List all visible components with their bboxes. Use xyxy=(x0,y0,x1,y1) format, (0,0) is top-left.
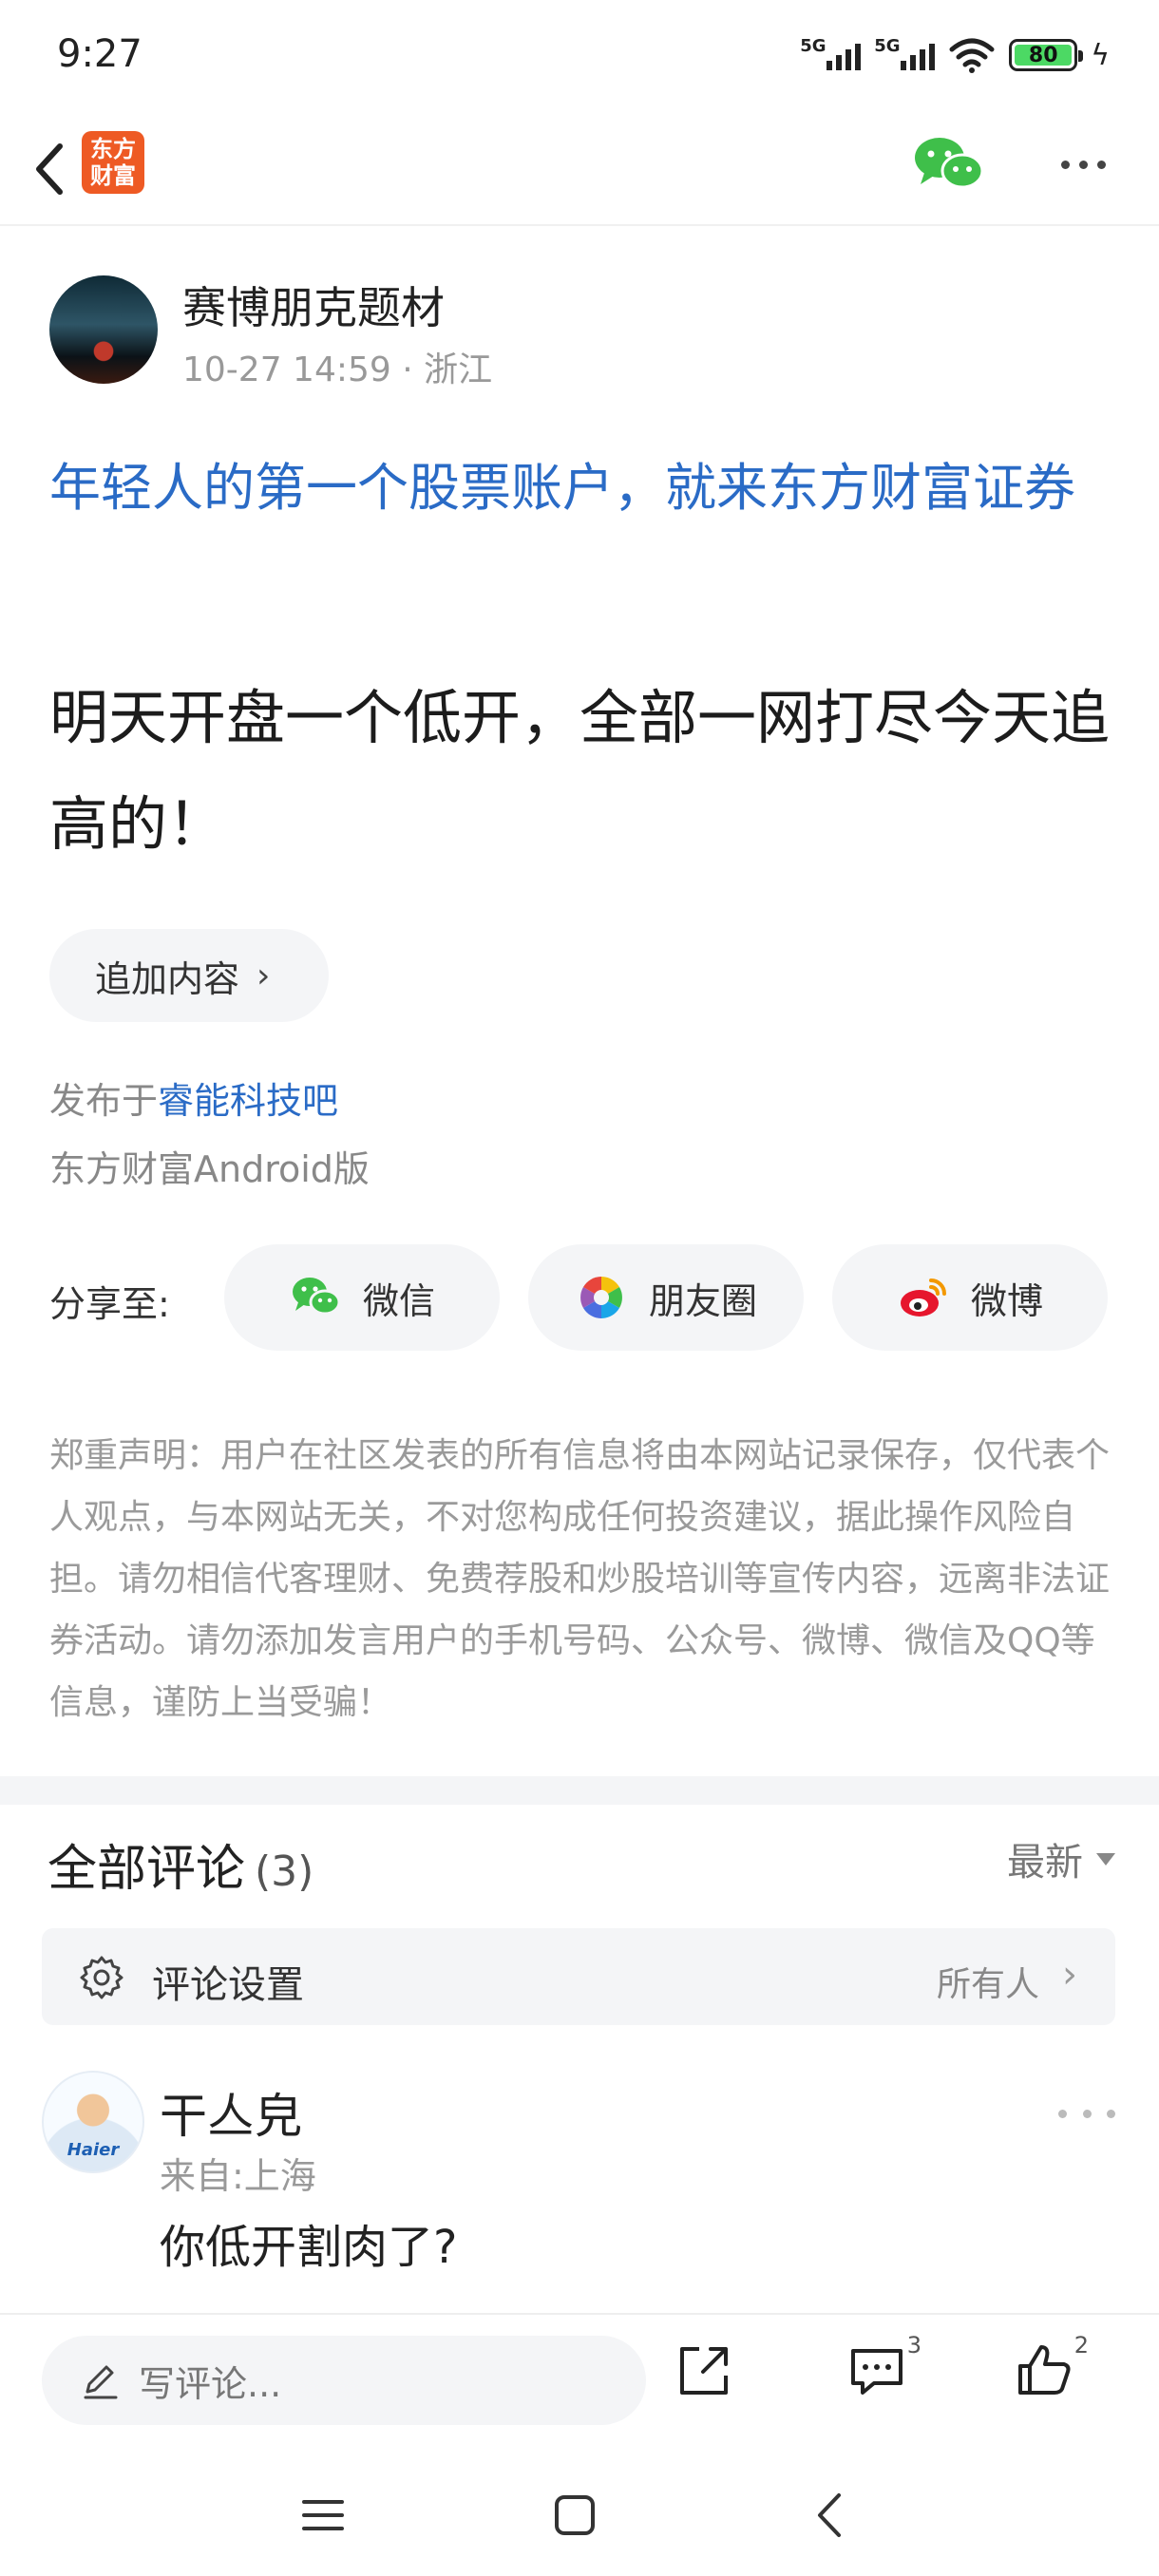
share-icon xyxy=(680,2347,728,2395)
system-back-button[interactable] xyxy=(796,2482,863,2548)
comment-icon xyxy=(851,2349,902,2395)
commenter-avatar[interactable]: Haier xyxy=(42,2071,144,2173)
comments-title: 全部评论 (3) xyxy=(48,1841,314,1898)
comment-settings-value: 所有人 xyxy=(936,1965,1039,2004)
menu-icon xyxy=(302,2500,344,2530)
comment-settings-row[interactable]: 评论设置 所有人 › xyxy=(42,1928,1115,2025)
bottom-action-bar: 写评论... 3 2 xyxy=(0,2313,1159,2446)
like-button[interactable]: 2 xyxy=(1015,2332,1089,2408)
like-count-badge: 2 xyxy=(1074,2332,1089,2358)
home-square-icon xyxy=(555,2495,595,2535)
back-button[interactable] xyxy=(17,131,84,207)
battery-icon: 80 xyxy=(1009,39,1084,71)
gear-icon xyxy=(80,1956,124,1999)
comment-item: Haier 干亼皃 来自:上海 你低开割肉了? xyxy=(42,2071,1115,2308)
share-button[interactable] xyxy=(674,2341,741,2408)
comment-count-badge: 3 xyxy=(906,2332,922,2358)
comments-button[interactable]: 3 xyxy=(847,2332,922,2408)
more-options-button[interactable] xyxy=(1045,135,1121,194)
write-comment-input[interactable]: 写评论... xyxy=(42,2336,646,2425)
promo-link[interactable]: 年轻人的第一个股票账户，就来东方财富证券 xyxy=(49,446,1123,530)
add-content-button[interactable]: 追加内容 › xyxy=(49,929,329,1022)
pencil-icon xyxy=(84,2365,118,2399)
chevron-right-icon: › xyxy=(1062,1953,1077,1997)
chevron-right-icon: › xyxy=(256,956,271,995)
stock-bar-link[interactable]: 睿能科技吧 xyxy=(158,1080,338,1122)
comment-count: (3) xyxy=(255,1847,314,1896)
client-info: 东方财富Android版 xyxy=(49,1148,370,1190)
wifi-icon xyxy=(949,38,995,73)
commenter-name[interactable]: 干亼皃 xyxy=(160,2078,302,2147)
comment-settings-label: 评论设置 xyxy=(152,1963,304,2007)
share-label: 分享至: xyxy=(49,1283,170,1325)
thumbs-up-icon xyxy=(1018,2345,1071,2395)
share-weibo-button[interactable]: 微博 xyxy=(832,1244,1108,1351)
published-in: 发布于睿能科技吧 xyxy=(49,1080,339,1122)
author-avatar[interactable] xyxy=(49,275,158,384)
status-time: 9:27 xyxy=(57,32,142,76)
signal-icon: 5G xyxy=(800,36,862,74)
wechat-share-button[interactable] xyxy=(913,135,984,194)
app-logo[interactable]: 东方 财富 xyxy=(82,131,144,194)
share-moments-button[interactable]: 朋友圈 xyxy=(528,1244,804,1351)
moments-icon xyxy=(580,1277,622,1318)
status-icons: 5G 5G 80 ϟ xyxy=(800,34,1110,76)
home-button[interactable] xyxy=(542,2482,608,2548)
menu-button[interactable] xyxy=(290,2482,356,2548)
wechat-icon xyxy=(915,138,984,189)
system-back-icon xyxy=(818,2493,841,2537)
share-wechat-button[interactable]: 微信 xyxy=(224,1244,500,1351)
status-bar: 9:27 5G 5G 80 ϟ xyxy=(0,0,1159,114)
back-arrow-icon xyxy=(36,143,63,195)
comment-text[interactable]: 你低开割肉了? xyxy=(160,2209,457,2276)
caret-down-icon xyxy=(1096,1852,1115,1866)
nav-bar: 东方 财富 xyxy=(0,114,1159,226)
author-name[interactable]: 赛博朋克题材 xyxy=(182,274,445,336)
post-body: 明天开盘一个低开，全部一网打尽今天追高的！ xyxy=(49,683,1111,859)
commenter-location: 来自:上海 xyxy=(160,2155,316,2197)
system-navigation-bar xyxy=(0,2446,1159,2576)
charging-icon: ϟ xyxy=(1091,38,1110,72)
share-row: 分享至: 微信 朋友圈 微博 xyxy=(49,1244,1113,1351)
section-divider xyxy=(0,1776,1159,1805)
signal-icon-2: 5G xyxy=(874,36,936,74)
comment-more-button[interactable] xyxy=(1058,2099,1115,2128)
disclaimer-text: 郑重声明：用户在社区发表的所有信息将由本网站记录保存，仅代表个人观点，与本网站无… xyxy=(49,1436,1111,1722)
wechat-icon xyxy=(292,1278,341,1316)
post-meta: 10-27 14:59 · 浙江 xyxy=(182,350,493,389)
sort-dropdown[interactable]: 最新 xyxy=(1007,1831,1115,1886)
weibo-icon xyxy=(900,1279,946,1316)
